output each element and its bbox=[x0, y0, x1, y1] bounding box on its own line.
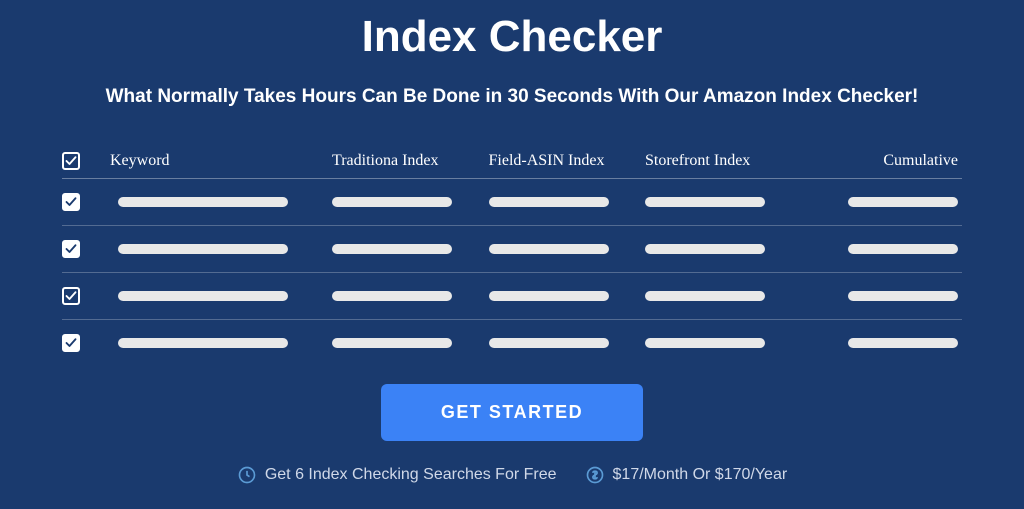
table-header-row: Keyword Traditiona Index Field-ASIN Inde… bbox=[62, 144, 962, 179]
cell-storefront bbox=[645, 197, 802, 207]
row-checkbox[interactable] bbox=[62, 334, 80, 352]
placeholder-bar bbox=[118, 244, 288, 254]
placeholder-bar bbox=[118, 291, 288, 301]
row-checkbox-cell bbox=[62, 287, 102, 305]
page-container: Index Checker What Normally Takes Hours … bbox=[0, 0, 1024, 509]
page-title: Index Checker bbox=[362, 12, 663, 62]
cell-keyword bbox=[102, 338, 332, 348]
placeholder-bar bbox=[645, 338, 765, 348]
table-row bbox=[62, 179, 962, 226]
row-checkbox[interactable] bbox=[62, 193, 80, 211]
cell-cumulative bbox=[802, 338, 963, 348]
select-all-checkbox[interactable] bbox=[62, 152, 80, 170]
footer-pricing-text: $17/Month Or $170/Year bbox=[613, 466, 788, 484]
row-checkbox-cell bbox=[62, 240, 102, 258]
header-keyword: Keyword bbox=[102, 152, 332, 170]
check-icon bbox=[65, 243, 77, 255]
placeholder-bar bbox=[332, 244, 452, 254]
cell-field-asin bbox=[489, 244, 646, 254]
placeholder-bar bbox=[848, 291, 958, 301]
placeholder-bar bbox=[489, 338, 609, 348]
header-storefront: Storefront Index bbox=[645, 152, 802, 170]
footer: Get 6 Index Checking Searches For Free $… bbox=[237, 465, 787, 485]
cell-traditional bbox=[332, 197, 489, 207]
row-checkbox[interactable] bbox=[62, 240, 80, 258]
cell-storefront bbox=[645, 291, 802, 301]
row-checkbox-cell bbox=[62, 334, 102, 352]
cell-field-asin bbox=[489, 197, 646, 207]
table-row bbox=[62, 226, 962, 273]
cell-traditional bbox=[332, 338, 489, 348]
cell-traditional bbox=[332, 244, 489, 254]
placeholder-bar bbox=[848, 338, 958, 348]
check-icon bbox=[65, 196, 77, 208]
table-row bbox=[62, 273, 962, 320]
header-cumulative: Cumulative bbox=[802, 152, 963, 170]
placeholder-bar bbox=[118, 197, 288, 207]
row-checkbox-cell bbox=[62, 193, 102, 211]
clock-icon bbox=[237, 465, 257, 485]
header-field-asin: Field-ASIN Index bbox=[489, 152, 646, 170]
placeholder-bar bbox=[332, 197, 452, 207]
footer-pricing: $17/Month Or $170/Year bbox=[585, 465, 788, 485]
footer-free-text: Get 6 Index Checking Searches For Free bbox=[265, 466, 557, 484]
cell-cumulative bbox=[802, 244, 963, 254]
placeholder-bar bbox=[489, 197, 609, 207]
cell-keyword bbox=[102, 244, 332, 254]
cell-cumulative bbox=[802, 291, 963, 301]
cell-storefront bbox=[645, 244, 802, 254]
placeholder-bar bbox=[332, 338, 452, 348]
cell-storefront bbox=[645, 338, 802, 348]
cell-field-asin bbox=[489, 338, 646, 348]
check-icon bbox=[65, 290, 77, 302]
cell-cumulative bbox=[802, 197, 963, 207]
placeholder-bar bbox=[489, 291, 609, 301]
placeholder-bar bbox=[848, 197, 958, 207]
index-table: Keyword Traditiona Index Field-ASIN Inde… bbox=[62, 144, 962, 366]
get-started-button[interactable]: GET STARTED bbox=[381, 384, 643, 441]
header-checkbox-cell bbox=[62, 152, 102, 170]
row-checkbox[interactable] bbox=[62, 287, 80, 305]
placeholder-bar bbox=[645, 197, 765, 207]
placeholder-bar bbox=[332, 291, 452, 301]
header-traditional: Traditiona Index bbox=[332, 152, 489, 170]
page-subtitle: What Normally Takes Hours Can Be Done in… bbox=[106, 82, 919, 112]
placeholder-bar bbox=[645, 244, 765, 254]
table-row bbox=[62, 320, 962, 366]
placeholder-bar bbox=[848, 244, 958, 254]
cell-field-asin bbox=[489, 291, 646, 301]
cell-keyword bbox=[102, 291, 332, 301]
cell-traditional bbox=[332, 291, 489, 301]
check-icon bbox=[65, 337, 77, 349]
dollar-icon bbox=[585, 465, 605, 485]
cell-keyword bbox=[102, 197, 332, 207]
check-icon bbox=[65, 155, 77, 167]
placeholder-bar bbox=[118, 338, 288, 348]
placeholder-bar bbox=[645, 291, 765, 301]
placeholder-bar bbox=[489, 244, 609, 254]
footer-free-searches: Get 6 Index Checking Searches For Free bbox=[237, 465, 557, 485]
